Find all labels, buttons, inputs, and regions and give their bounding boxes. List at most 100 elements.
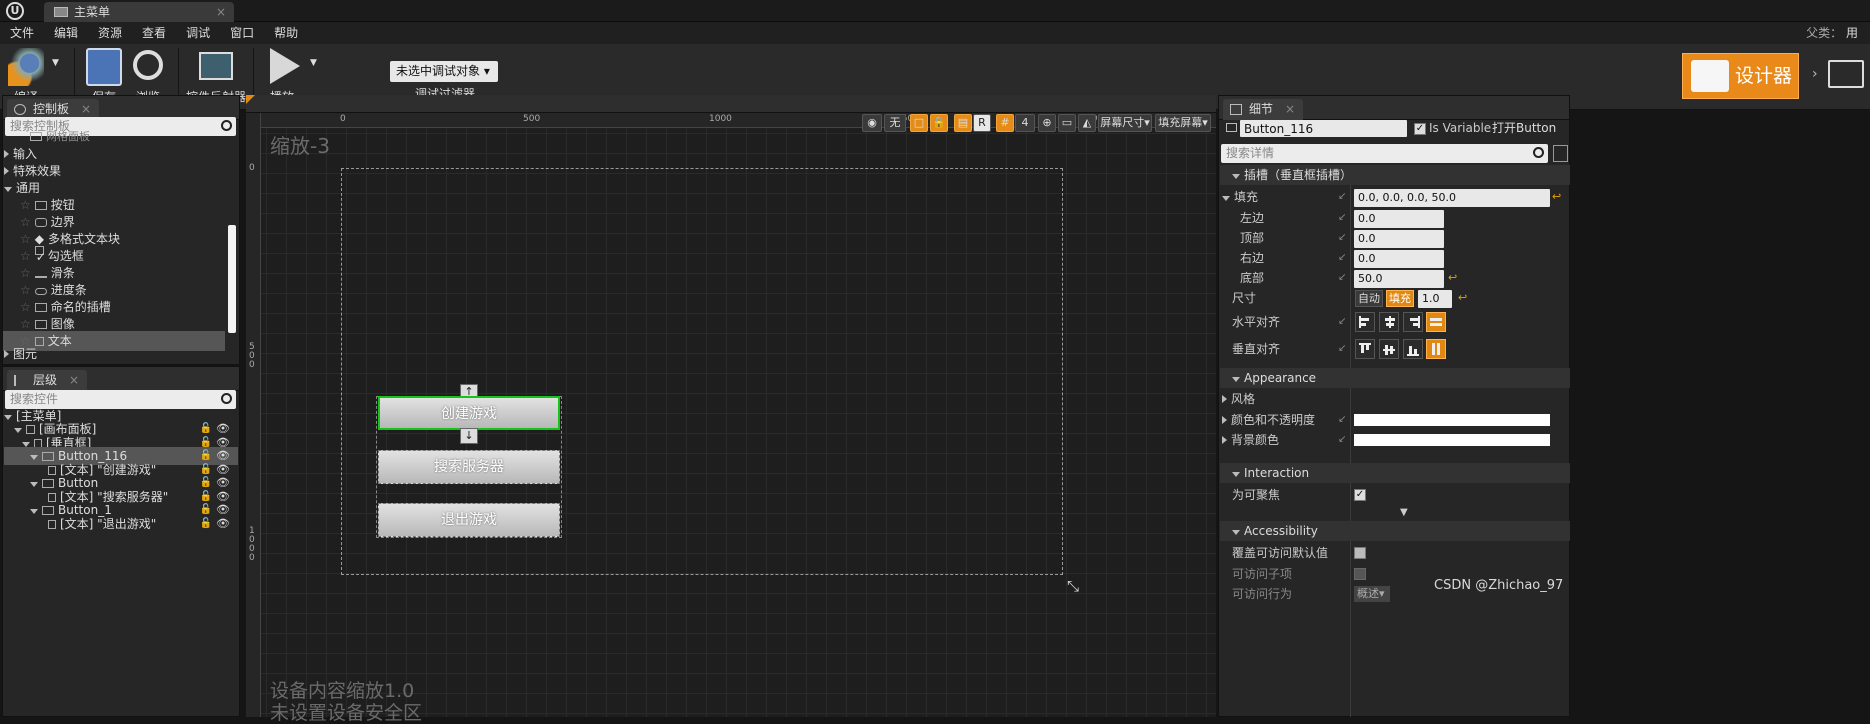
padding-left-label: 左边 xyxy=(1240,211,1265,225)
grid-snap-icon[interactable]: # xyxy=(996,114,1014,132)
move-down-arrow-icon[interactable]: ↓ xyxy=(460,428,478,444)
reset-to-default-icon[interactable]: ↩ xyxy=(1552,190,1561,203)
background-image-icon[interactable]: ▭ xyxy=(1058,114,1076,132)
outline-toggle-icon[interactable]: □ xyxy=(910,114,928,132)
menu-debug[interactable]: 调试 xyxy=(176,22,220,44)
color-opacity-swatch[interactable] xyxy=(1354,414,1550,426)
lock-icon[interactable]: 🔒 xyxy=(930,114,948,132)
size-fill-value-input[interactable]: 1.0 xyxy=(1418,290,1452,308)
property-binding-icon[interactable]: ↙ xyxy=(1338,252,1346,263)
is-focusable-checkbox[interactable]: ✓ xyxy=(1354,489,1366,501)
size-label: 尺寸 xyxy=(1232,291,1257,305)
override-accessible-defaults-checkbox[interactable] xyxy=(1354,547,1366,559)
ruler-x-label: 0 xyxy=(340,114,346,124)
size-fill-button[interactable]: 填充 xyxy=(1386,290,1414,307)
reset-to-default-icon[interactable]: ↩ xyxy=(1458,291,1467,304)
layout-mode-icon[interactable]: ▤ xyxy=(954,114,972,132)
compile-options-chevron-icon[interactable]: ▼ xyxy=(52,58,59,68)
details-search-input[interactable]: 搜索详情 xyxy=(1221,144,1548,163)
background-color-swatch[interactable] xyxy=(1354,434,1550,446)
palette-category-primitive[interactable]: 图元 xyxy=(4,347,37,361)
fill-screen-select[interactable]: 填充屏幕▾ xyxy=(1155,114,1211,132)
zoom-to-fit-icon[interactable]: ⊕ xyxy=(1038,114,1056,132)
padding-right-input[interactable]: 0.0 xyxy=(1354,250,1444,268)
h-align-right-icon[interactable] xyxy=(1403,312,1423,332)
padding-top-input[interactable]: 0.0 xyxy=(1354,230,1444,248)
play-options-chevron-icon[interactable]: ▼ xyxy=(310,58,317,68)
accessible-children-checkbox xyxy=(1354,568,1366,580)
designer-mode-button[interactable]: 设计器 xyxy=(1682,53,1799,99)
exit-game-button[interactable]: 退出游戏 xyxy=(378,503,560,537)
padding-left-input[interactable]: 0.0 xyxy=(1354,210,1444,228)
background-color-label[interactable]: 背景颜色 xyxy=(1222,431,1279,449)
menu-view[interactable]: 查看 xyxy=(132,22,176,44)
interaction-section-header[interactable]: Interaction xyxy=(1220,463,1570,483)
graph-mode-icon[interactable] xyxy=(1828,60,1864,88)
padding-label[interactable]: 填充 xyxy=(1222,188,1258,206)
palette-scrollbar[interactable] xyxy=(228,225,236,333)
menu-edit[interactable]: 编辑 xyxy=(44,22,88,44)
appearance-section-header[interactable]: Appearance xyxy=(1220,368,1570,388)
details-close-icon[interactable]: × xyxy=(1285,99,1295,120)
v-align-bottom-icon[interactable] xyxy=(1403,339,1423,359)
close-tab-icon[interactable]: × xyxy=(216,2,226,22)
respect-locks-button[interactable]: R xyxy=(973,114,991,132)
override-accessible-defaults-label: 覆盖可访问默认值 xyxy=(1232,546,1329,560)
h-align-fill-icon[interactable] xyxy=(1426,312,1446,332)
v-align-center-icon[interactable] xyxy=(1379,339,1399,359)
grid-size-select[interactable]: 4 xyxy=(1015,114,1035,132)
document-tab[interactable]: 主菜单 × xyxy=(44,2,234,22)
expand-advanced-chevron-icon[interactable]: ▼ xyxy=(1400,507,1408,518)
menu-help[interactable]: 帮助 xyxy=(264,22,308,44)
padding-bottom-input[interactable]: 50.0 xyxy=(1354,270,1444,288)
debug-object-select[interactable]: 未选中调试对象 ▾ xyxy=(390,61,498,82)
property-binding-icon[interactable]: ↙ xyxy=(1338,316,1346,327)
flip-icon[interactable]: ◭ xyxy=(1078,114,1096,132)
is-variable-checkbox[interactable]: ✓ xyxy=(1414,123,1426,135)
padding-bottom-label: 底部 xyxy=(1240,271,1265,285)
accessibility-section-header[interactable]: Accessibility xyxy=(1220,521,1570,541)
menu-window[interactable]: 窗口 xyxy=(220,22,264,44)
menu-file[interactable]: 文件 xyxy=(0,22,44,44)
screen-size-select[interactable]: 屏幕尺寸▾ xyxy=(1098,114,1152,132)
menu-asset[interactable]: 资源 xyxy=(88,22,132,44)
widget-name-input[interactable]: Button_116 xyxy=(1240,120,1407,137)
slot-section-header[interactable]: 插槽（垂直框插槽） xyxy=(1220,165,1570,185)
hierarchy-close-icon[interactable]: × xyxy=(69,370,79,391)
create-game-button[interactable]: 创建游戏 xyxy=(378,396,560,430)
h-align-left-icon[interactable] xyxy=(1355,312,1375,332)
localization-none-button[interactable]: 无 xyxy=(884,114,906,132)
property-binding-icon[interactable]: ↙ xyxy=(1338,191,1346,202)
property-binding-icon[interactable]: ↙ xyxy=(1338,414,1346,425)
color-opacity-label[interactable]: 颜色和不透明度 xyxy=(1222,411,1315,429)
canvas-corner-marker xyxy=(246,95,255,104)
v-align-top-icon[interactable] xyxy=(1355,339,1375,359)
compile-gear-icon xyxy=(8,48,44,86)
widget-reflector-icon xyxy=(199,52,233,80)
property-binding-icon[interactable]: ↙ xyxy=(1338,212,1346,223)
property-binding-icon[interactable]: ↙ xyxy=(1338,343,1346,354)
hierarchy-tab[interactable]: 层级 × xyxy=(7,370,88,391)
unreal-logo-icon[interactable]: U xyxy=(6,2,24,20)
style-label[interactable]: 风格 xyxy=(1222,390,1255,408)
hierarchy-icon xyxy=(14,375,26,386)
resize-handle-icon[interactable]: ⤡ xyxy=(1067,577,1079,595)
search-server-button[interactable]: 搜索服务器 xyxy=(378,450,560,484)
v-align-fill-icon[interactable] xyxy=(1426,339,1446,359)
property-binding-icon[interactable]: ↙ xyxy=(1338,232,1346,243)
reset-to-default-icon[interactable]: ↩ xyxy=(1448,271,1457,284)
magnifier-icon xyxy=(133,50,163,80)
tree-node-text-exit[interactable]: [文本] "退出游戏" 🔓 👁 xyxy=(48,515,238,533)
open-button-link[interactable]: 打开Button xyxy=(1492,119,1556,137)
globe-icon[interactable]: ◉ xyxy=(862,114,882,132)
size-auto-button[interactable]: 自动 xyxy=(1355,290,1383,307)
hierarchy-tab-bar: 层级 × xyxy=(3,367,239,391)
property-binding-icon[interactable]: ↙ xyxy=(1338,272,1346,283)
padding-top-label: 顶部 xyxy=(1240,231,1265,245)
device-dpi-text: 设备内容缩放1.0 xyxy=(270,680,415,702)
padding-value[interactable]: 0.0, 0.0, 0.0, 50.0 xyxy=(1354,189,1550,207)
details-view-options-icon[interactable] xyxy=(1553,145,1568,162)
h-align-center-icon[interactable] xyxy=(1379,312,1399,332)
details-tab[interactable]: 细节 × xyxy=(1223,99,1304,120)
property-binding-icon[interactable]: ↙ xyxy=(1338,434,1346,445)
